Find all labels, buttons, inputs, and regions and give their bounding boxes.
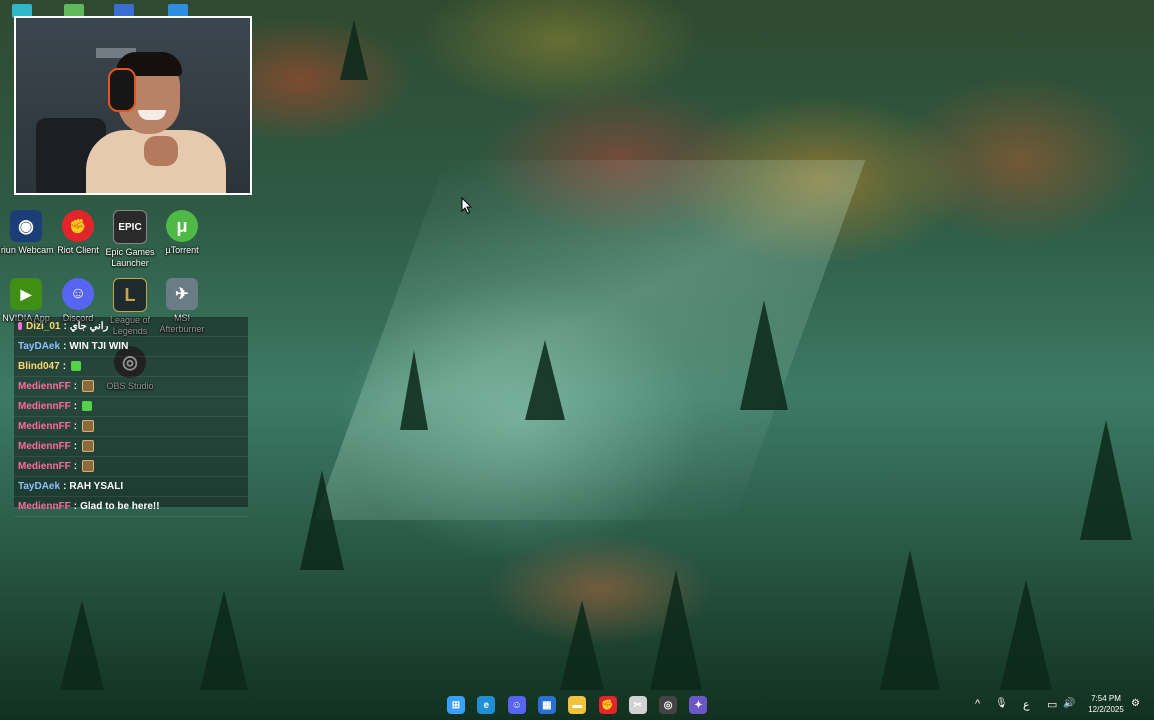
webcam-overlay: [14, 16, 252, 195]
chat-separator: :: [73, 441, 78, 452]
show-hidden-icons-button[interactable]: ^: [975, 698, 980, 710]
chat-username: Blind047: [18, 361, 60, 372]
utorrent-icon: μ: [166, 210, 198, 242]
chat-message: MediennFF:: [14, 377, 248, 397]
chat-message: Blind047:: [14, 357, 248, 377]
tree-decoration: [740, 300, 788, 410]
chat-username: MediennFF: [18, 421, 71, 432]
language-indicator[interactable]: ع: [1023, 698, 1030, 711]
riot-client-shortcut[interactable]: ✊ Riot Client: [50, 210, 106, 256]
chat-text: Glad to be here!!: [80, 501, 160, 512]
chat-message: TayDAek: RAH YSALI: [14, 477, 248, 497]
clock-date: 12/2/2025: [1088, 705, 1124, 714]
chat-text: راني جاي: [69, 321, 109, 332]
msi-afterburner-icon: ✈: [166, 278, 198, 310]
tree-decoration: [60, 600, 104, 690]
chat-separator: :: [63, 481, 67, 492]
chat-message: TayDAek: WIN TJI WIN: [14, 337, 248, 357]
discord-taskbar-icon[interactable]: ☺: [507, 696, 526, 714]
mouse-cursor-icon: [461, 197, 473, 215]
chat-separator: :: [73, 381, 78, 392]
chat-emote-icon: [82, 380, 95, 393]
network-icon[interactable]: ▭: [1047, 698, 1057, 711]
desktop-icon-label: Riot Client: [57, 245, 99, 255]
chat-badge-icon: [18, 322, 22, 331]
utorrent-shortcut[interactable]: μ µTorrent: [154, 210, 210, 256]
volume-icon[interactable]: 🔊: [1063, 698, 1075, 709]
chat-username: Dizi_01: [26, 321, 61, 332]
chat-separator: :: [73, 501, 78, 512]
league-of-legends-icon: L: [113, 278, 147, 312]
chat-emote-icon: [82, 440, 95, 453]
clock-time: 7:54 PM: [1091, 694, 1121, 703]
obs-taskbar-icon[interactable]: ◎: [659, 696, 678, 714]
tree-decoration: [525, 340, 565, 420]
tree-decoration: [650, 570, 702, 690]
chat-username: MediennFF: [18, 461, 71, 472]
edge-icon[interactable]: e: [477, 696, 496, 714]
microphone-icon[interactable]: 🎙: [995, 698, 1008, 709]
chat-emote-icon: [82, 460, 95, 473]
chat-message: MediennFF:: [14, 457, 248, 477]
tree-decoration: [880, 550, 940, 690]
headset-icon: [108, 68, 136, 112]
riot-client-icon: ✊: [62, 210, 94, 242]
desktop-icon-label: µTorrent: [165, 245, 199, 255]
chat-separator: :: [63, 341, 67, 352]
chat-message: MediennFF:: [14, 397, 248, 417]
desktop-icon-label: Iriun Webcam: [0, 245, 54, 255]
chat-text: RAH YSALI: [69, 481, 124, 492]
chat-emote-icon: [71, 361, 82, 372]
streamer-hand: [144, 136, 178, 166]
iriun-webcam-shortcut[interactable]: ◉ Iriun Webcam: [0, 210, 54, 256]
chat-separator: :: [62, 361, 67, 372]
tree-decoration: [1080, 420, 1132, 540]
discord-icon: ☺: [62, 278, 94, 310]
chat-separator: :: [63, 321, 67, 332]
chat-overlay: Dizi_01: راني جاي TayDAek: WIN TJI WIN Blind…: [14, 317, 248, 517]
desktop-icon-label: Epic Games Launcher: [105, 247, 155, 268]
tree-decoration: [400, 350, 428, 430]
store-icon[interactable]: ▦: [537, 696, 556, 714]
snipping-tool-icon[interactable]: ✂: [628, 696, 647, 714]
chat-message: Dizi_01: راني جاي: [14, 317, 248, 337]
chat-separator: :: [73, 401, 78, 412]
chat-username: MediennFF: [18, 401, 71, 412]
chatgpt-icon[interactable]: ✦: [689, 696, 708, 714]
chat-username: TayDAek: [18, 341, 61, 352]
taskbar-clock[interactable]: 7:54 PM 12/2/2025: [1084, 693, 1128, 715]
chat-separator: :: [73, 461, 78, 472]
chat-message: MediennFF:: [14, 417, 248, 437]
chat-message: MediennFF: Glad to be here!!: [14, 497, 248, 517]
chat-emote-icon: [82, 420, 95, 433]
chat-text: WIN TJI WIN: [69, 341, 129, 352]
tree-decoration: [1000, 580, 1052, 690]
tree-decoration: [200, 590, 248, 690]
chat-separator: :: [73, 421, 78, 432]
epic-games-shortcut[interactable]: EPIC Epic Games Launcher: [102, 210, 158, 269]
epic-games-icon: EPIC: [113, 210, 147, 244]
chat-message: MediennFF:: [14, 437, 248, 457]
file-explorer-icon[interactable]: ▬: [568, 696, 587, 714]
tree-decoration: [300, 470, 344, 570]
chat-emote-icon: [82, 401, 93, 412]
chat-username: MediennFF: [18, 441, 71, 452]
notification-icon[interactable]: ⚙: [1131, 698, 1140, 709]
start-button[interactable]: ⊞: [447, 696, 465, 714]
tree-decoration: [340, 20, 368, 80]
tree-decoration: [560, 600, 604, 690]
chat-username: TayDAek: [18, 481, 61, 492]
nvidia-app-icon: ▶: [10, 278, 42, 310]
chat-username: MediennFF: [18, 501, 71, 512]
iriun-webcam-icon: ◉: [10, 210, 42, 242]
riot-taskbar-icon[interactable]: ✊: [598, 696, 617, 714]
chat-username: MediennFF: [18, 381, 71, 392]
